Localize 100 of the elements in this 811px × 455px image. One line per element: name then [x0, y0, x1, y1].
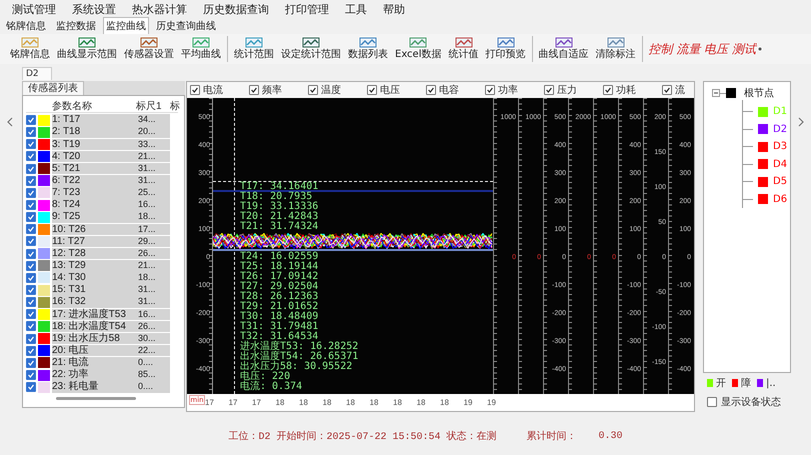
chevron-icon[interactable] [7, 117, 13, 127]
checkbox[interactable] [367, 85, 377, 95]
checkbox[interactable] [603, 85, 613, 95]
checkbox[interactable] [308, 85, 318, 95]
readout-line: T24: 16.02559 [240, 252, 320, 262]
view-tab[interactable]: 监控数据 [53, 17, 99, 34]
readout-line: T21: 31.74324 [240, 222, 320, 232]
checkbox[interactable] [26, 151, 36, 162]
checkbox[interactable] [26, 334, 36, 344]
readout-line: 进水温度T53: 16.28252 [240, 342, 358, 352]
tree-item[interactable]: D6 [773, 194, 788, 205]
axis-label: 17 [252, 397, 262, 407]
checkbox[interactable] [26, 164, 36, 174]
checkbox[interactable] [26, 115, 36, 126]
checkbox[interactable] [26, 358, 36, 368]
checkbox[interactable] [26, 297, 36, 308]
checkbox[interactable] [707, 397, 717, 407]
axis-label: 18 [346, 397, 356, 407]
checkbox[interactable] [26, 188, 36, 198]
menu-item[interactable]: 历史数据查询 [195, 2, 277, 16]
checkbox[interactable] [662, 85, 672, 95]
axis-label: 19 [464, 397, 474, 407]
status-text: 工位：D2 开始时间：2025-07-22 15:50:54 状态：在测 [228, 430, 496, 443]
tree-item[interactable]: D5 [773, 176, 788, 188]
axis-label: 18 [370, 397, 380, 407]
toolbar-button[interactable]: 打印预览 [484, 37, 528, 61]
view-tab[interactable]: 铭牌信息 [3, 17, 49, 34]
checkbox[interactable] [426, 85, 436, 95]
menu-item[interactable]: 工具 [337, 2, 375, 16]
view-tab[interactable]: 历史查询曲线 [153, 17, 219, 34]
axis-label: 18 [322, 397, 332, 407]
toolbar-button[interactable]: 曲线自适应 [536, 37, 590, 61]
table-cell: 22: 功率 [52, 369, 136, 381]
toolbar-button[interactable]: 设定统计范围 [279, 37, 343, 61]
menu-item[interactable]: 测试管理 [4, 2, 64, 16]
menu-item[interactable]: 热水器计算 [124, 2, 195, 16]
status-label: 累计时间： [526, 430, 576, 443]
toolbar-button[interactable]: 统计范围 [232, 37, 276, 61]
table-cell: 2: T18 [52, 126, 136, 138]
legend-label: 压力 [557, 84, 577, 97]
checkbox[interactable] [26, 382, 36, 392]
readout-line: T18: 20.7935 [240, 192, 312, 202]
checkbox[interactable] [26, 285, 36, 296]
legend-label: |.. [766, 378, 776, 388]
collapse-icon[interactable] [712, 89, 720, 97]
checkbox[interactable] [26, 260, 36, 271]
toolbar-button[interactable]: 铭牌信息 [8, 37, 52, 61]
checkbox[interactable] [26, 212, 36, 222]
checkbox[interactable] [249, 85, 259, 95]
menu-item[interactable]: 打印管理 [277, 2, 337, 16]
checkbox[interactable] [544, 85, 554, 95]
chart-icon [496, 37, 514, 49]
table-cell: 19: 出水压力58 [52, 332, 136, 344]
checkbox[interactable] [485, 85, 495, 95]
legend-label: 电容 [439, 84, 459, 97]
table-cell: 6: T22 [52, 175, 136, 187]
checkbox[interactable] [26, 309, 36, 320]
checkbox[interactable] [26, 346, 36, 356]
checkbox[interactable] [26, 224, 36, 234]
view-tab[interactable]: 监控曲线 [103, 17, 149, 34]
table-cell: 18: 出水温度T54 [52, 320, 136, 332]
chart-icon [409, 37, 428, 49]
menu-item[interactable]: 系统设置 [64, 2, 124, 16]
checkbox[interactable] [190, 85, 200, 95]
toolbar-button[interactable]: 曲线显示范围 [55, 37, 119, 61]
mode-dropdown[interactable]: 控制 流量 电压 测试 [646, 40, 762, 58]
checkbox[interactable] [26, 176, 36, 186]
checkbox[interactable] [26, 321, 36, 332]
legend-label: 电流 [203, 84, 223, 97]
checkbox[interactable] [26, 236, 36, 246]
toolbar-button[interactable]: 清除标注 [594, 37, 638, 61]
tree-item[interactable]: D4 [773, 158, 788, 170]
toolbar-button[interactable]: 数据列表 [346, 37, 390, 61]
scrollbar[interactable] [56, 397, 136, 400]
chart-icon [78, 37, 96, 49]
checkbox[interactable] [26, 248, 36, 259]
checkbox[interactable] [26, 272, 36, 283]
table-cell: 20... [136, 126, 170, 138]
checkbox[interactable] [26, 139, 36, 150]
table-cell: 21... [136, 150, 170, 162]
table-cell: 17... [136, 224, 170, 236]
toolbar-button[interactable]: 统计值 [446, 37, 480, 61]
panel-tab[interactable]: 传感器列表 [22, 81, 84, 95]
chevron-icon[interactable] [798, 117, 804, 127]
chart-icon [359, 37, 377, 49]
tree-item[interactable]: D2 [773, 124, 788, 135]
toolbar-button[interactable]: Excel数据 [393, 37, 444, 61]
table-cell: 10: T26 [52, 224, 136, 236]
toolbar-button[interactable]: 传感器设置 [122, 37, 176, 61]
checkbox[interactable] [26, 200, 36, 210]
document-tab[interactable]: D2 [22, 67, 52, 80]
checkbox[interactable] [26, 370, 36, 380]
table-cell: 16: T32 [52, 296, 136, 308]
tree-item[interactable]: D3 [773, 141, 788, 152]
legend-label: 开 [716, 377, 726, 390]
toolbar-button[interactable]: 平均曲线 [179, 37, 223, 61]
menu-item[interactable]: 帮助 [375, 2, 413, 16]
tree-item[interactable]: 根节点 [744, 86, 774, 100]
axis-label: 18 [299, 397, 309, 407]
checkbox[interactable] [26, 127, 36, 138]
